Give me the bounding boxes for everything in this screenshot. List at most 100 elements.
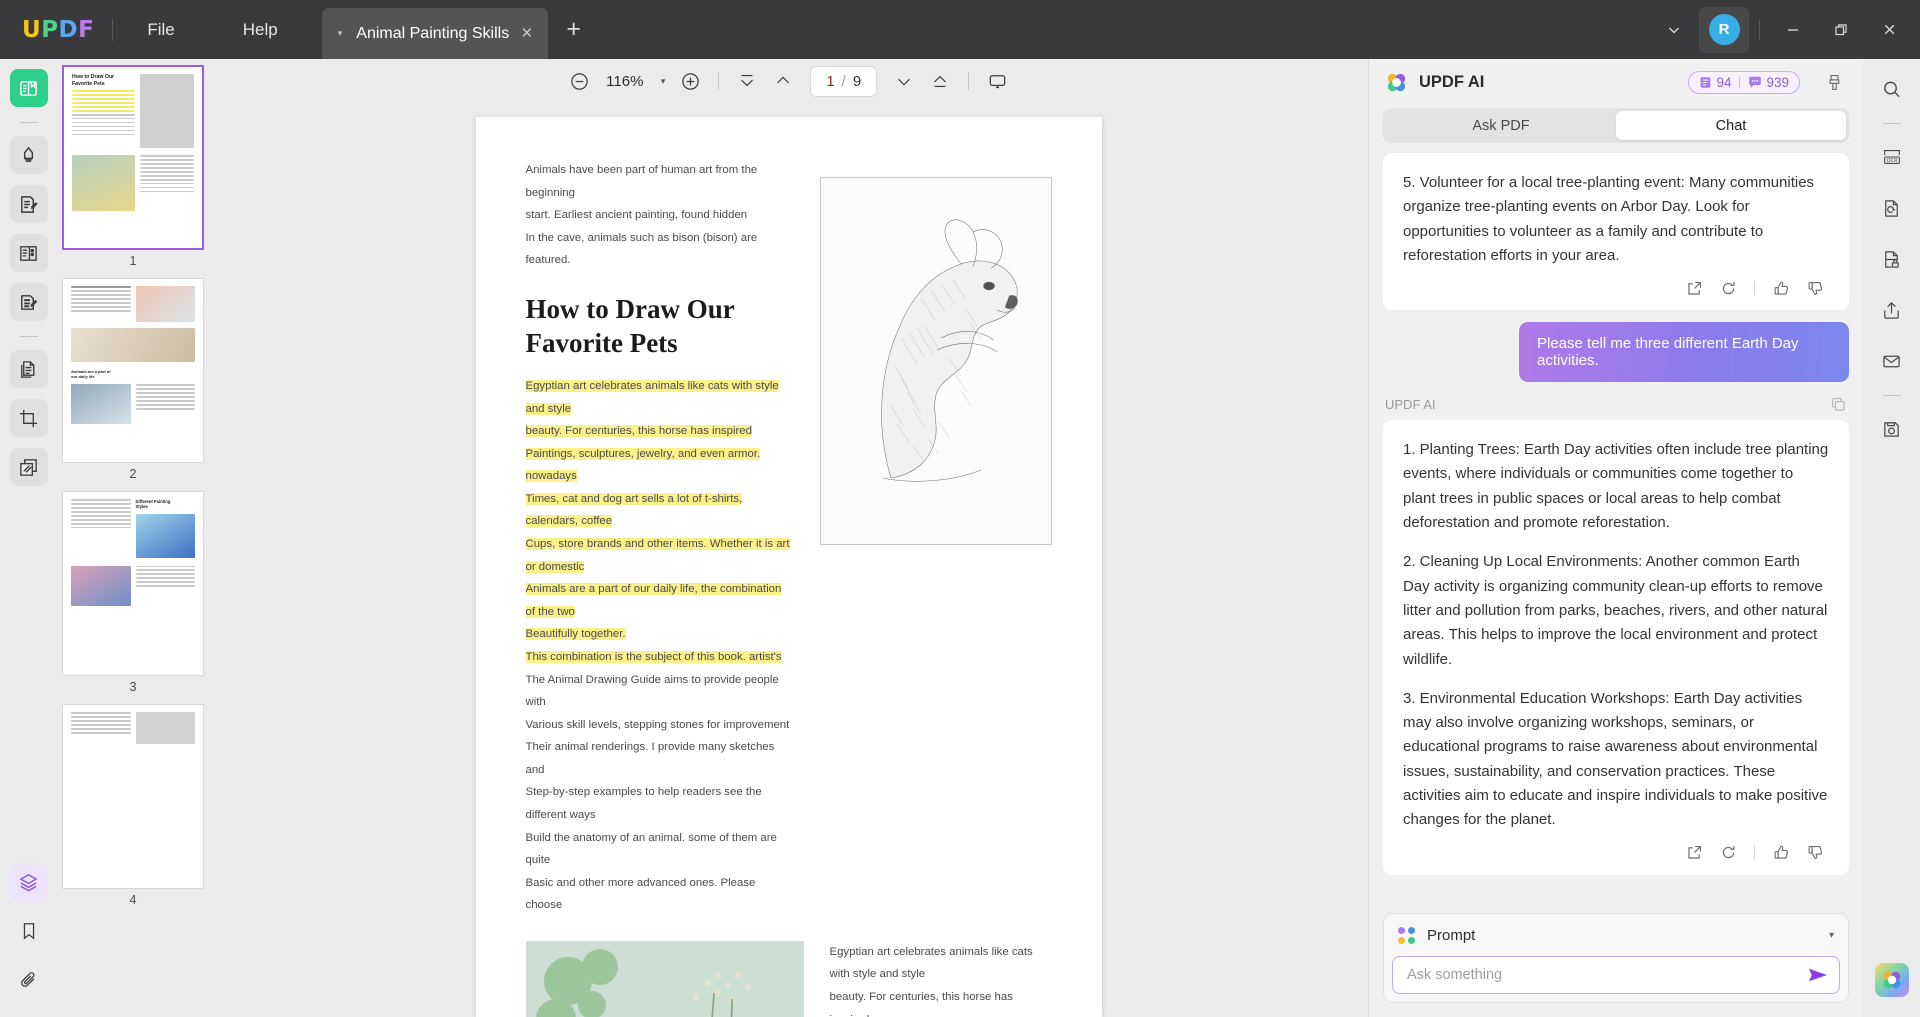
sidebar-edit-pdf-icon[interactable] [10,185,48,223]
export-icon[interactable] [1684,843,1704,863]
restore-icon[interactable] [1818,7,1864,53]
highlighted-text-block: Egyptian art celebrates animals like cat… [526,375,793,669]
thumbs-down-icon[interactable] [1805,278,1825,298]
zoom-in-button[interactable] [673,64,707,98]
tab-dropdown-icon[interactable]: ▾ [334,28,347,39]
brush-icon[interactable] [1819,67,1849,97]
last-page-button[interactable] [923,64,957,98]
ai-input-area: Prompt ▾ [1369,904,1863,1017]
ai-usage-badge[interactable]: 94 939 [1688,71,1800,94]
save-icon[interactable] [1873,410,1911,448]
thumbs-down-icon[interactable] [1805,843,1825,863]
menu-help[interactable]: Help [209,0,312,59]
right-divider-1 [1883,123,1901,124]
document-count-icon [1699,76,1712,89]
tab-ask-pdf[interactable]: Ask PDF [1386,111,1616,140]
send-icon[interactable] [1807,966,1829,984]
sidebar-reader-icon[interactable] [10,69,48,107]
first-page-button[interactable] [730,64,764,98]
ask-input-wrapper[interactable] [1392,956,1840,994]
sidebar-organize-pages-icon[interactable] [10,350,48,388]
assistant-message: 1. Planting Trees: Earth Day activities … [1383,420,1849,874]
highlight-line: Paintings, sculptures, jewelry, and even… [526,448,761,483]
ai-chat-count-value: 939 [1766,75,1789,90]
highlight-line: Egyptian art celebrates animals like cat… [526,380,779,415]
document-scroll-area[interactable]: Animals have been part of human art from… [209,103,1368,1017]
thumbnail-item[interactable]: 4 [62,704,204,907]
page-thumbnail-panel[interactable]: How to Draw OurFavorite Pets [57,59,209,1017]
thumbs-up-icon[interactable] [1771,843,1791,863]
thumbnail-item[interactable]: Different PaintingStyles [62,491,204,694]
lower-line: Egyptian art celebrates animals like cat… [830,941,1052,986]
share-icon[interactable] [1873,291,1911,329]
highlight-line: Beautifully together. [526,628,626,640]
sidebar-bookmark-icon[interactable] [10,912,48,950]
thumbnail-page-4[interactable] [62,704,204,889]
updf-ai-button[interactable] [1875,963,1909,997]
page-indicator[interactable]: 1 / 9 [810,66,877,97]
thumbnail-item[interactable]: How to Draw OurFavorite Pets [62,65,204,268]
account-button[interactable]: R [1699,7,1749,53]
message-paragraph: 2. Cleaning Up Local Environments: Anoth… [1403,550,1829,671]
dog-sketch-svg [821,178,1051,545]
sidebar-annotate-icon[interactable] [10,283,48,321]
zoom-out-button[interactable] [563,64,597,98]
page-top-columns: Animals have been part of human art from… [526,159,1052,917]
thumbnail-page-3[interactable]: Different PaintingStyles [62,491,204,676]
zoom-level-value[interactable]: 116% [599,73,651,90]
plain-line: Their animal renderings. I provide many … [526,736,793,781]
highlight-line: Animals are a part of our daily life, th… [526,583,782,618]
plain-line: Build the anatomy of an animal. some of … [526,827,793,872]
sidebar-page-layout-icon[interactable] [10,234,48,272]
lower-text-column: Egyptian art celebrates animals like cat… [830,941,1052,1017]
document-tab[interactable]: ▾ Animal Painting Skills × [322,8,549,59]
search-icon[interactable] [1873,70,1911,108]
thumbnail-preview [63,705,203,888]
prompt-selector[interactable]: Prompt ▾ [1384,914,1848,956]
sidebar-divider-2 [20,336,38,337]
thumbnail-preview: Different PaintingStyles [63,492,203,675]
chat-message-list[interactable]: 5. Volunteer for a local tree-planting e… [1369,153,1863,904]
email-icon[interactable] [1873,342,1911,380]
thumbnail-number: 1 [130,254,137,268]
flower-hoop-image: Panfinio [526,941,804,1017]
sidebar-attachment-icon[interactable] [10,961,48,999]
chevron-down-icon[interactable] [1651,7,1697,53]
tab-chat[interactable]: Chat [1616,111,1846,140]
ai-doc-count: 94 [1699,75,1731,90]
presentation-mode-button[interactable] [980,64,1014,98]
new-tab-button[interactable]: + [548,0,599,59]
thumbnail-page-1[interactable]: How to Draw OurFavorite Pets [62,65,204,250]
page-separator: / [842,73,846,90]
message-paragraph: 5. Volunteer for a local tree-planting e… [1403,171,1829,268]
thumbnail-preview: How to Draw OurFavorite Pets [64,67,202,248]
ai-panel-header: UPDF AI 94 939 [1369,59,1863,105]
sidebar-batch-icon[interactable] [10,448,48,486]
convert-icon[interactable] [1873,189,1911,227]
export-icon[interactable] [1684,278,1704,298]
thumbnail-page-2[interactable]: Animals are a part ofour daily life [62,278,204,463]
thumbnail-item[interactable]: Animals are a part ofour daily life 2 [62,278,204,481]
zoom-dropdown-icon[interactable]: ▾ [655,76,672,87]
menu-file[interactable]: File [113,0,208,59]
thumbs-up-icon[interactable] [1771,278,1791,298]
tab-close-icon[interactable]: × [519,24,534,43]
sidebar-highlighter-icon[interactable] [10,136,48,174]
toolbar-divider-2 [968,72,969,90]
protect-icon[interactable] [1873,240,1911,278]
ocr-icon[interactable]: OCR [1873,138,1911,176]
regenerate-icon[interactable] [1718,843,1738,863]
chevron-down-icon[interactable]: ▾ [1829,930,1834,941]
close-icon[interactable] [1866,7,1912,53]
pdf-viewer: 116% ▾ 1 / 9 [209,59,1368,1017]
updf-ai-fab-icon [1881,969,1903,991]
minimize-icon[interactable] [1770,7,1816,53]
copy-icon[interactable] [1830,396,1847,413]
previous-page-button[interactable] [766,64,800,98]
next-page-button[interactable] [887,64,921,98]
regenerate-icon[interactable] [1718,278,1738,298]
sidebar-layers-icon[interactable] [10,863,48,901]
sidebar-crop-icon[interactable] [10,399,48,437]
search-input[interactable] [1407,967,1807,983]
current-page-value[interactable]: 1 [826,73,834,90]
